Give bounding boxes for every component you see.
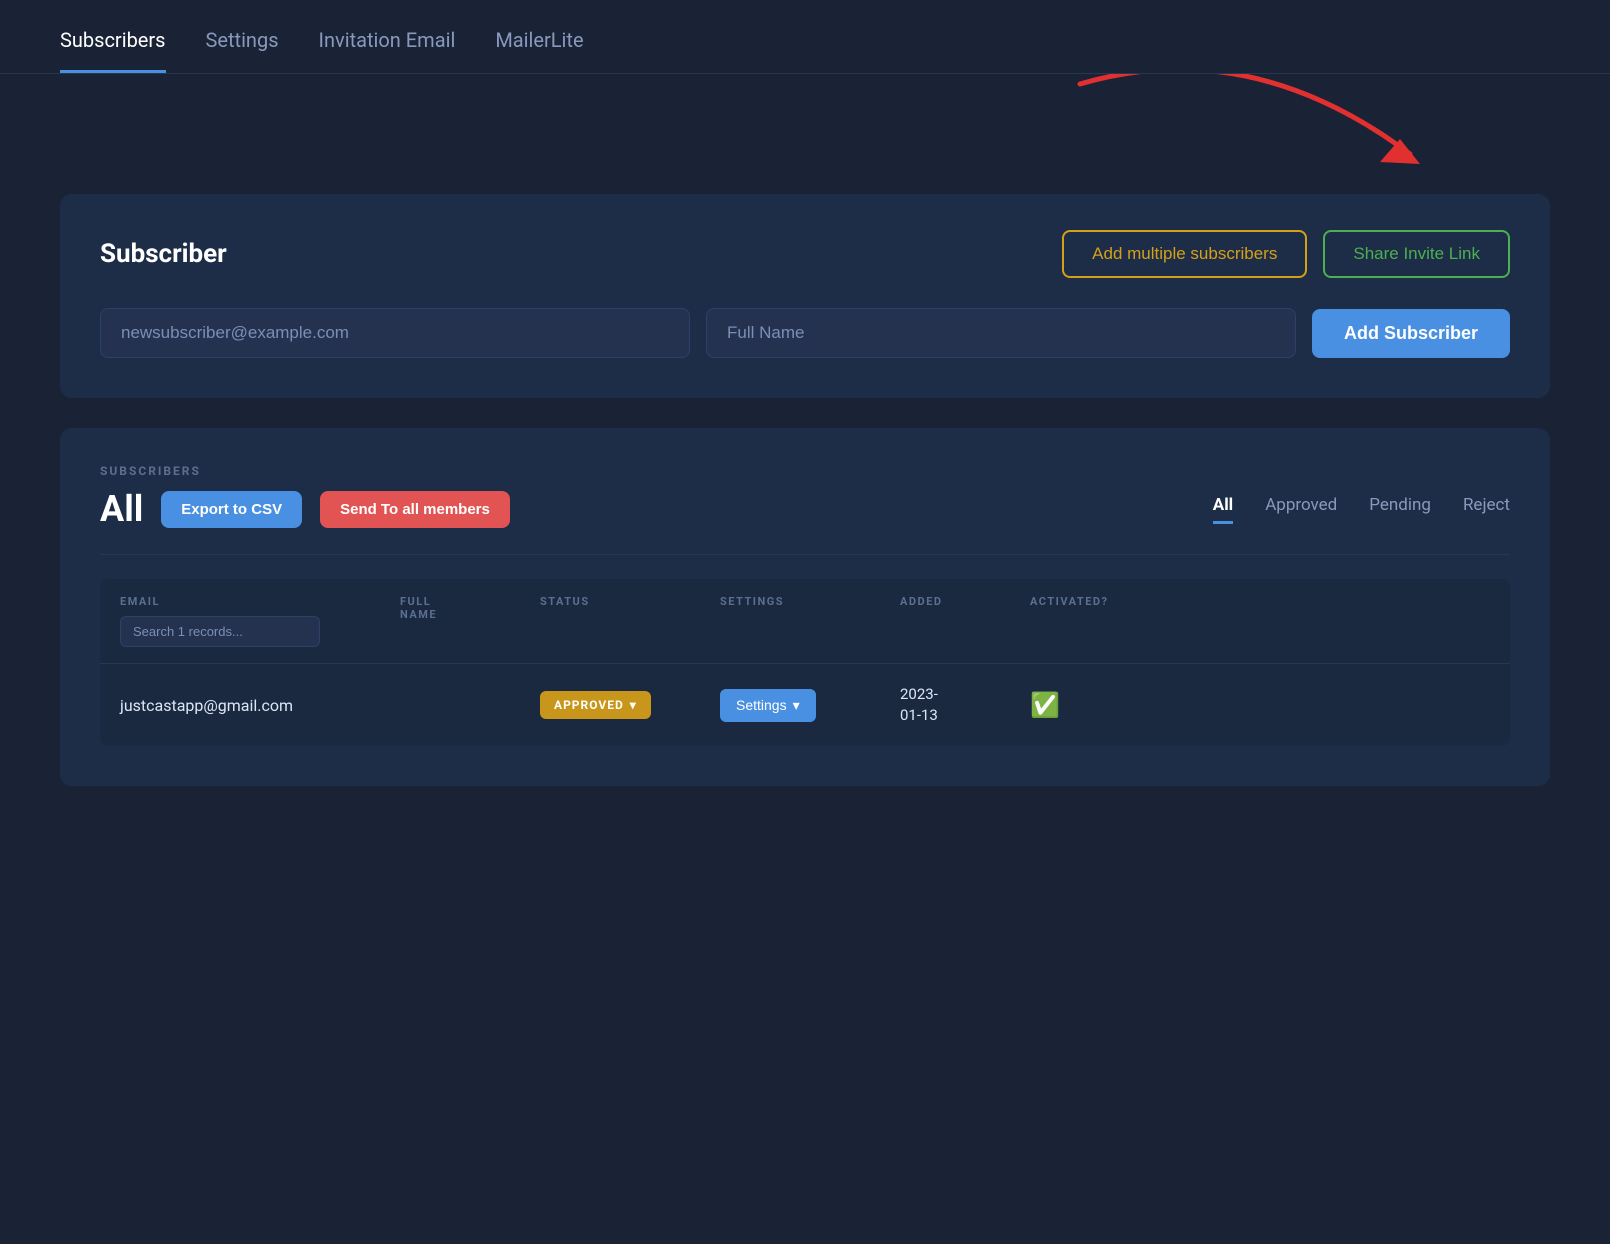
filter-all[interactable]: All [1213,495,1233,524]
col-added-label: ADDED [900,595,1030,647]
filter-pending[interactable]: Pending [1369,495,1431,524]
card-title: Subscriber [100,239,227,269]
settings-button[interactable]: Settings ▾ [720,689,816,722]
email-search-input[interactable] [120,616,320,647]
section-label: SUBSCRIBERS [100,464,1510,478]
cell-activated: ✅ [1030,691,1190,719]
full-name-field[interactable] [706,308,1296,358]
tab-invitation-email[interactable]: Invitation Email [319,28,456,73]
table-divider [100,554,1510,555]
cell-email: justcastapp@gmail.com [120,696,400,715]
tab-subscribers[interactable]: Subscribers [60,28,166,73]
cell-status: APPROVED ▾ [540,691,720,719]
filter-reject[interactable]: Reject [1463,495,1510,524]
section-left: All Export to CSV Send To all members [100,488,510,530]
subscribers-table: EMAIL FULLNAME STATUS SETTINGS ADDED ACT… [100,579,1510,746]
activated-check-icon: ✅ [1030,691,1060,719]
col-status-label: STATUS [540,595,720,647]
filter-tabs: All Approved Pending Reject [1213,495,1510,524]
chevron-down-icon: ▾ [793,697,800,714]
email-column-header: EMAIL [120,595,400,647]
col-email-label: EMAIL [120,595,400,608]
col-fullname-label: FULLNAME [400,595,540,647]
all-title: All [100,488,143,530]
export-csv-button[interactable]: Export to CSV [161,491,302,528]
filter-approved[interactable]: Approved [1265,495,1337,524]
add-subscriber-button[interactable]: Add Subscriber [1312,309,1510,358]
chevron-down-icon: ▾ [630,698,637,712]
add-multiple-subscribers-button[interactable]: Add multiple subscribers [1062,230,1307,278]
arrow-annotation [60,74,1550,194]
tab-mailerlite[interactable]: MailerLite [495,28,583,73]
section-header-row: All Export to CSV Send To all members Al… [100,488,1510,530]
red-arrow-icon [1070,74,1430,184]
email-field[interactable] [100,308,690,358]
tab-settings[interactable]: Settings [206,28,279,73]
nav-tabs: Subscribers Settings Invitation Email Ma… [0,0,1610,74]
table-header: EMAIL FULLNAME STATUS SETTINGS ADDED ACT… [100,579,1510,663]
share-invite-link-button[interactable]: Share Invite Link [1323,230,1510,278]
table-row: justcastapp@gmail.com APPROVED ▾ Setting… [100,663,1510,746]
col-activated-label: ACTIVATED? [1030,595,1190,647]
status-badge-approved[interactable]: APPROVED ▾ [540,691,651,719]
col-settings-label: SETTINGS [720,595,900,647]
card-header: Subscriber Add multiple subscribers Shar… [100,230,1510,278]
add-subscriber-form: Add Subscriber [100,308,1510,358]
subscriber-card: Subscriber Add multiple subscribers Shar… [60,194,1550,398]
card-actions: Add multiple subscribers Share Invite Li… [1062,230,1510,278]
cell-settings: Settings ▾ [720,689,900,722]
cell-date-added: 2023-01-13 [900,684,1030,726]
subscribers-section: SUBSCRIBERS All Export to CSV Send To al… [60,428,1550,786]
send-to-all-members-button[interactable]: Send To all members [320,491,510,528]
